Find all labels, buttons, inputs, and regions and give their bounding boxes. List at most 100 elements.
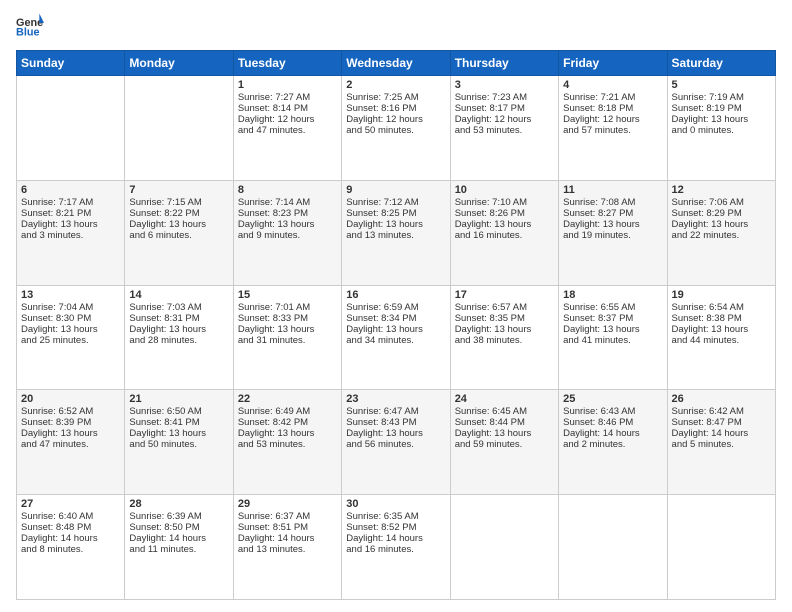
day-info-line: Sunrise: 7:01 AM	[238, 302, 337, 313]
day-info-line: and 44 minutes.	[672, 335, 771, 346]
day-info-line: Sunset: 8:23 PM	[238, 208, 337, 219]
day-info-line: Sunrise: 7:17 AM	[21, 197, 120, 208]
svg-text:Blue: Blue	[16, 26, 40, 38]
calendar-cell: 25Sunrise: 6:43 AMSunset: 8:46 PMDayligh…	[559, 390, 667, 495]
day-info-line: and 11 minutes.	[129, 544, 228, 555]
day-info-line: Daylight: 13 hours	[672, 324, 771, 335]
day-info-line: and 22 minutes.	[672, 230, 771, 241]
calendar-cell: 30Sunrise: 6:35 AMSunset: 8:52 PMDayligh…	[342, 495, 450, 600]
calendar-cell	[125, 76, 233, 181]
day-info-line: Sunset: 8:17 PM	[455, 103, 554, 114]
calendar-week-row: 1Sunrise: 7:27 AMSunset: 8:14 PMDaylight…	[17, 76, 776, 181]
day-info-line: Daylight: 13 hours	[672, 114, 771, 125]
day-info-line: and 13 minutes.	[238, 544, 337, 555]
day-info-line: Sunset: 8:31 PM	[129, 313, 228, 324]
calendar-cell: 1Sunrise: 7:27 AMSunset: 8:14 PMDaylight…	[233, 76, 341, 181]
day-info-line: Sunset: 8:39 PM	[21, 417, 120, 428]
day-number: 11	[563, 184, 662, 196]
day-info-line: Daylight: 14 hours	[346, 533, 445, 544]
day-header-friday: Friday	[559, 51, 667, 76]
day-number: 9	[346, 184, 445, 196]
calendar-cell: 6Sunrise: 7:17 AMSunset: 8:21 PMDaylight…	[17, 180, 125, 285]
day-header-saturday: Saturday	[667, 51, 775, 76]
day-info-line: Sunset: 8:48 PM	[21, 522, 120, 533]
logo: General Blue	[16, 12, 48, 40]
day-header-monday: Monday	[125, 51, 233, 76]
day-info-line: Sunrise: 6:54 AM	[672, 302, 771, 313]
day-info-line: Sunset: 8:42 PM	[238, 417, 337, 428]
day-info-line: Sunrise: 6:35 AM	[346, 511, 445, 522]
day-header-sunday: Sunday	[17, 51, 125, 76]
day-number: 5	[672, 79, 771, 91]
calendar-cell: 12Sunrise: 7:06 AMSunset: 8:29 PMDayligh…	[667, 180, 775, 285]
day-number: 26	[672, 393, 771, 405]
calendar-cell: 29Sunrise: 6:37 AMSunset: 8:51 PMDayligh…	[233, 495, 341, 600]
calendar-cell: 17Sunrise: 6:57 AMSunset: 8:35 PMDayligh…	[450, 285, 558, 390]
day-number: 28	[129, 498, 228, 510]
day-info-line: Sunrise: 6:55 AM	[563, 302, 662, 313]
day-info-line: and 53 minutes.	[238, 439, 337, 450]
day-info-line: and 5 minutes.	[672, 439, 771, 450]
calendar-cell	[450, 495, 558, 600]
day-info-line: and 34 minutes.	[346, 335, 445, 346]
day-info-line: Sunrise: 6:52 AM	[21, 406, 120, 417]
calendar-cell: 23Sunrise: 6:47 AMSunset: 8:43 PMDayligh…	[342, 390, 450, 495]
day-info-line: Sunset: 8:38 PM	[672, 313, 771, 324]
day-info-line: Sunrise: 6:49 AM	[238, 406, 337, 417]
day-info-line: and 57 minutes.	[563, 125, 662, 136]
day-info-line: Sunset: 8:16 PM	[346, 103, 445, 114]
day-number: 7	[129, 184, 228, 196]
day-info-line: Sunrise: 7:14 AM	[238, 197, 337, 208]
day-info-line: and 38 minutes.	[455, 335, 554, 346]
day-info-line: Sunset: 8:35 PM	[455, 313, 554, 324]
day-number: 15	[238, 289, 337, 301]
day-info-line: Sunset: 8:51 PM	[238, 522, 337, 533]
day-info-line: Sunset: 8:19 PM	[672, 103, 771, 114]
calendar-week-row: 27Sunrise: 6:40 AMSunset: 8:48 PMDayligh…	[17, 495, 776, 600]
day-header-thursday: Thursday	[450, 51, 558, 76]
day-info-line: Sunrise: 7:21 AM	[563, 92, 662, 103]
day-info-line: Daylight: 13 hours	[238, 219, 337, 230]
day-info-line: Sunset: 8:50 PM	[129, 522, 228, 533]
day-number: 23	[346, 393, 445, 405]
day-info-line: Daylight: 14 hours	[238, 533, 337, 544]
day-info-line: Sunset: 8:30 PM	[21, 313, 120, 324]
day-info-line: Daylight: 13 hours	[563, 219, 662, 230]
calendar-cell: 2Sunrise: 7:25 AMSunset: 8:16 PMDaylight…	[342, 76, 450, 181]
day-info-line: Daylight: 14 hours	[129, 533, 228, 544]
day-number: 29	[238, 498, 337, 510]
calendar-cell: 13Sunrise: 7:04 AMSunset: 8:30 PMDayligh…	[17, 285, 125, 390]
day-info-line: Daylight: 13 hours	[346, 324, 445, 335]
day-info-line: Sunrise: 7:19 AM	[672, 92, 771, 103]
day-number: 14	[129, 289, 228, 301]
day-info-line: and 16 minutes.	[455, 230, 554, 241]
calendar-cell	[667, 495, 775, 600]
calendar-cell: 15Sunrise: 7:01 AMSunset: 8:33 PMDayligh…	[233, 285, 341, 390]
day-number: 18	[563, 289, 662, 301]
day-info-line: Daylight: 13 hours	[238, 324, 337, 335]
calendar-cell: 8Sunrise: 7:14 AMSunset: 8:23 PMDaylight…	[233, 180, 341, 285]
day-number: 27	[21, 498, 120, 510]
day-info-line: Sunrise: 6:42 AM	[672, 406, 771, 417]
calendar-cell: 19Sunrise: 6:54 AMSunset: 8:38 PMDayligh…	[667, 285, 775, 390]
calendar-cell: 24Sunrise: 6:45 AMSunset: 8:44 PMDayligh…	[450, 390, 558, 495]
day-number: 25	[563, 393, 662, 405]
day-info-line: Sunset: 8:43 PM	[346, 417, 445, 428]
day-info-line: Sunset: 8:44 PM	[455, 417, 554, 428]
day-info-line: Sunset: 8:25 PM	[346, 208, 445, 219]
day-info-line: Daylight: 13 hours	[129, 324, 228, 335]
day-number: 24	[455, 393, 554, 405]
day-info-line: Daylight: 13 hours	[455, 219, 554, 230]
day-info-line: Sunrise: 6:50 AM	[129, 406, 228, 417]
day-info-line: and 53 minutes.	[455, 125, 554, 136]
day-info-line: and 8 minutes.	[21, 544, 120, 555]
day-info-line: Sunrise: 7:25 AM	[346, 92, 445, 103]
day-info-line: Daylight: 12 hours	[238, 114, 337, 125]
day-info-line: Sunset: 8:46 PM	[563, 417, 662, 428]
day-number: 17	[455, 289, 554, 301]
page: General Blue SundayMondayTuesdayWednesda…	[0, 0, 792, 612]
day-info-line: Sunset: 8:41 PM	[129, 417, 228, 428]
day-info-line: Daylight: 13 hours	[563, 324, 662, 335]
day-number: 10	[455, 184, 554, 196]
calendar-cell	[17, 76, 125, 181]
